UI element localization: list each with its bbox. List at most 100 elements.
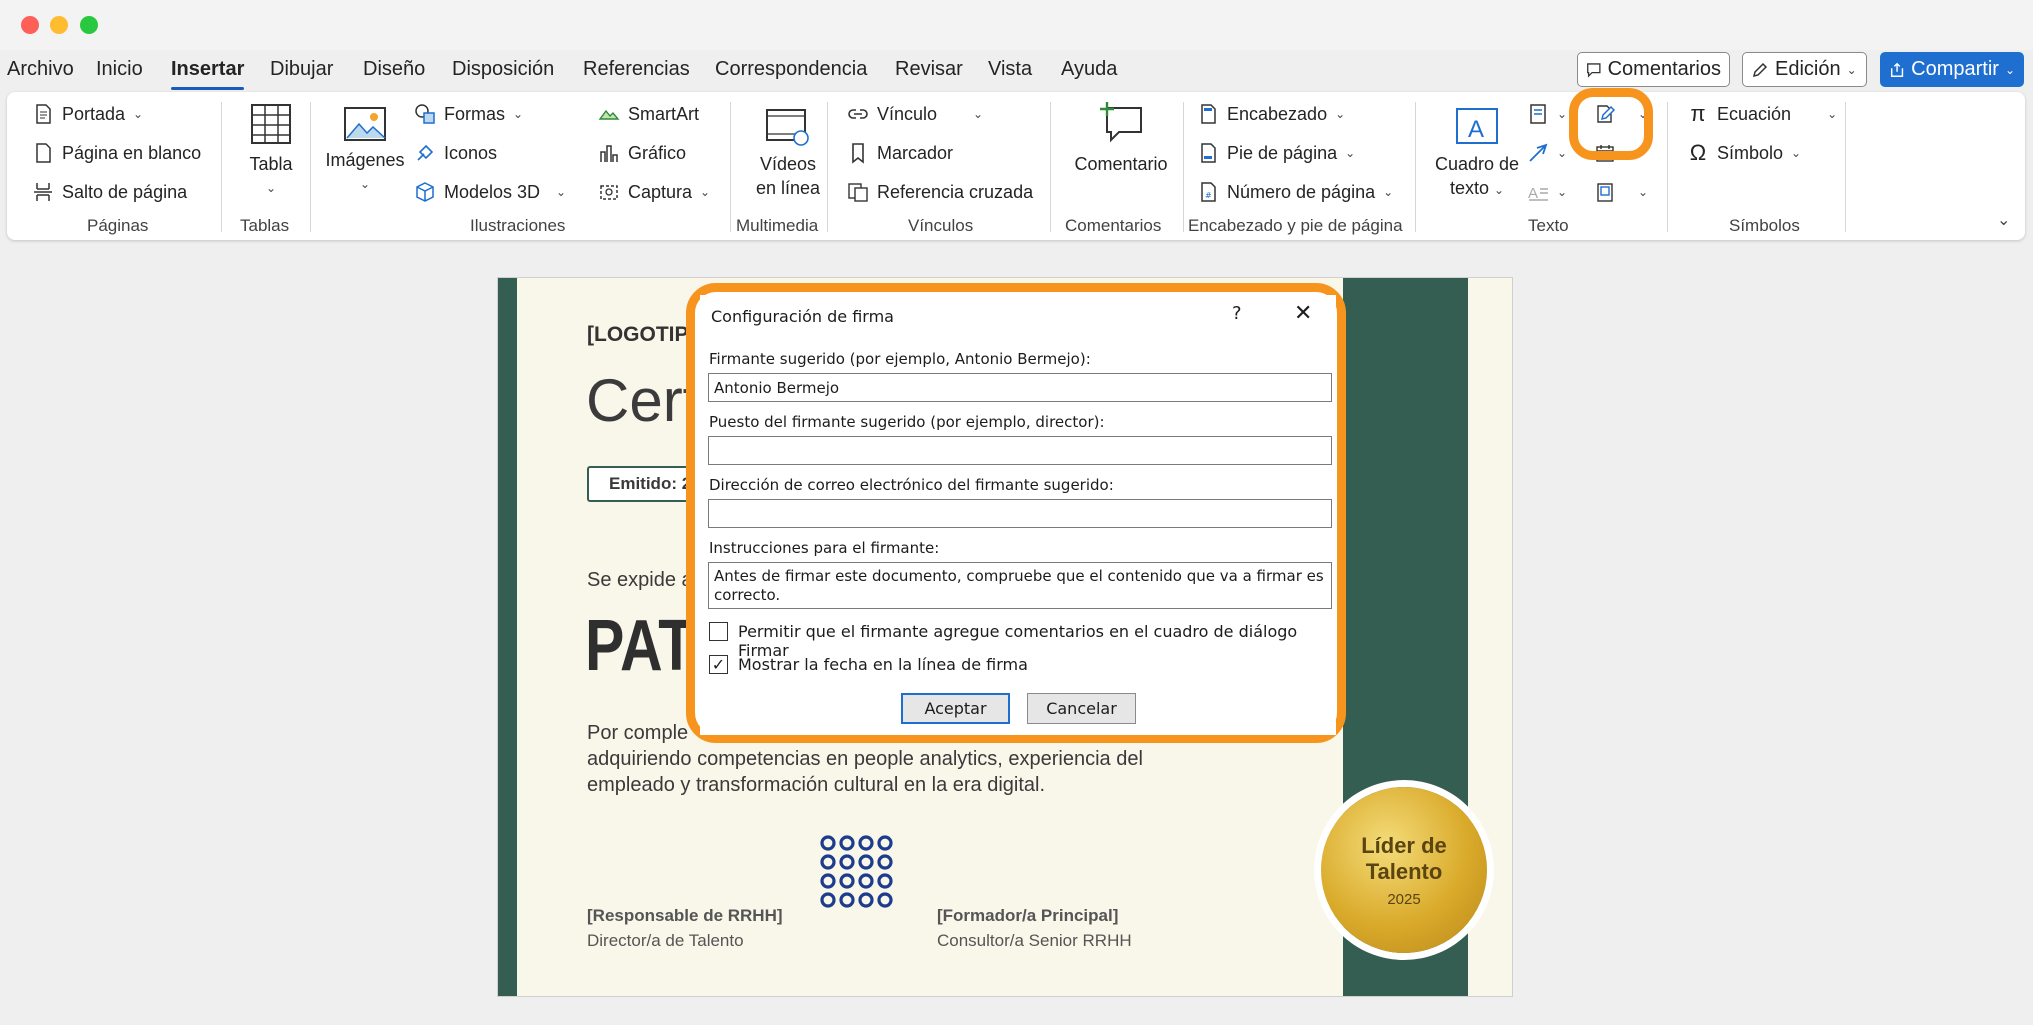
tab-referencias[interactable]: Referencias: [583, 58, 690, 81]
cross-reference-button[interactable]: Referencia cruzada: [847, 181, 1033, 203]
tab-revisar[interactable]: Revisar: [895, 58, 963, 81]
ribbon-separator: [827, 102, 828, 232]
page-left-band: [498, 278, 517, 996]
symbol-button[interactable]: Ω Símbolo ⌄: [1687, 142, 1801, 164]
signer-title-label: Puesto del firmante sugerido (por ejempl…: [709, 413, 1105, 431]
tab-inicio[interactable]: Inicio: [96, 58, 143, 81]
doc-body-line-3: empleado y transformación cultural en la…: [587, 774, 1046, 796]
tab-correspondencia[interactable]: Correspondencia: [715, 58, 867, 81]
signer-title-input[interactable]: [708, 436, 1332, 465]
page-number-button[interactable]: # Número de página ⌄: [1197, 181, 1393, 203]
close-window-button[interactable]: [21, 16, 39, 34]
new-comment-label: Comentario: [1074, 154, 1168, 174]
chevron-down-icon: ⌄: [1345, 146, 1356, 160]
images-label: Imágenes: [325, 150, 405, 170]
window-titlebar: [0, 0, 2033, 50]
page-break-label: Salto de página: [62, 181, 188, 202]
object-button[interactable]: ⌄: [1594, 181, 1648, 203]
cover-page-button[interactable]: Portada ⌄: [32, 103, 143, 125]
help-button[interactable]: ?: [1232, 303, 1242, 324]
minimize-window-button[interactable]: [50, 16, 68, 34]
tab-vista[interactable]: Vista: [988, 58, 1032, 81]
drop-cap-button[interactable]: A ⌄: [1527, 181, 1567, 203]
omega-icon: Ω: [1689, 140, 1707, 165]
shapes-button[interactable]: Formas ⌄: [414, 103, 523, 125]
ribbon-separator: [221, 102, 222, 232]
footer-button[interactable]: Pie de página ⌄: [1197, 142, 1355, 164]
close-icon[interactable]: ✕: [1294, 301, 1312, 326]
bookmark-label: Marcador: [877, 142, 954, 163]
instructions-textarea[interactable]: Antes de firmar este documento, comprueb…: [708, 562, 1332, 609]
header-icon: [1201, 104, 1216, 124]
3d-models-button[interactable]: Modelos 3D ⌄: [414, 181, 566, 203]
ribbon-collapse-button[interactable]: ⌄: [1997, 210, 2010, 230]
page-number-label: Número de página: [1227, 181, 1376, 202]
group-label-vinculos: Vínculos: [908, 216, 974, 235]
comments-button[interactable]: Comentarios: [1577, 52, 1730, 87]
show-date-checkbox[interactable]: ✓: [709, 655, 728, 674]
group-label-multimedia: Multimedia: [736, 216, 819, 235]
icons-label: Iconos: [444, 142, 498, 163]
group-label-encabezado: Encabezado y pie de página: [1188, 216, 1403, 235]
chevron-down-icon: ⌄: [1557, 146, 1568, 160]
chevron-down-icon: ⌄: [1557, 107, 1568, 121]
share-button[interactable]: Compartir ⌄: [1880, 52, 2024, 87]
tab-insertar[interactable]: Insertar: [171, 58, 245, 90]
wordart-button[interactable]: ⌄: [1527, 142, 1567, 164]
share-button-label: Compartir: [1911, 58, 1999, 80]
symbol-label: Símbolo: [1717, 142, 1784, 163]
group-label-texto: Texto: [1528, 216, 1569, 235]
ok-button[interactable]: Aceptar: [901, 693, 1010, 724]
blank-page-label: Página en blanco: [62, 142, 202, 163]
link-button[interactable]: Vínculo ⌄: [847, 103, 983, 125]
table-button[interactable]: Tabla ⌄: [235, 102, 307, 200]
tab-archivo[interactable]: Archivo: [7, 58, 74, 81]
equation-button[interactable]: π Ecuación ⌄: [1687, 103, 1837, 125]
chart-button[interactable]: Gráfico: [598, 142, 686, 164]
quick-parts-button[interactable]: ⌄: [1527, 103, 1567, 125]
ribbon-separator: [310, 102, 311, 232]
cube-icon: [416, 182, 434, 202]
allow-comments-checkbox[interactable]: [709, 622, 728, 641]
chevron-down-icon: ⌄: [1846, 62, 1857, 77]
cancel-button[interactable]: Cancelar: [1027, 693, 1136, 724]
chevron-down-icon: ⌄: [359, 177, 371, 191]
text-box-button[interactable]: A Cuadro de texto ⌄: [1427, 106, 1527, 202]
icons-button[interactable]: Iconos: [414, 142, 497, 164]
chevron-down-icon: ⌄: [2004, 62, 2015, 77]
tab-ayuda[interactable]: Ayuda: [1061, 58, 1117, 81]
online-videos-label-2: en línea: [755, 178, 821, 198]
suggested-signer-input[interactable]: [708, 373, 1332, 402]
maximize-window-button[interactable]: [80, 16, 98, 34]
tab-dibujar[interactable]: Dibujar: [270, 58, 333, 81]
images-button[interactable]: Imágenes ⌄: [320, 106, 410, 196]
chevron-down-icon: ⌄: [556, 185, 567, 199]
blank-page-button[interactable]: Página en blanco: [32, 142, 201, 164]
show-date-label: Mostrar la fecha en la línea de firma: [738, 655, 1028, 674]
chevron-down-icon: ⌄: [513, 107, 524, 121]
editing-mode-button[interactable]: Edición ⌄: [1742, 52, 1867, 87]
chevron-down-icon: ⌄: [265, 181, 277, 195]
link-icon: [848, 109, 868, 119]
cross-reference-icon: [848, 183, 868, 202]
equation-label: Ecuación: [1717, 103, 1792, 124]
svg-text:#: #: [1205, 191, 1212, 200]
online-videos-button[interactable]: Vídeos en línea: [747, 106, 829, 200]
3d-models-label: Modelos 3D: [444, 181, 541, 202]
signer-email-input[interactable]: [708, 499, 1332, 528]
header-button[interactable]: Encabezado ⌄: [1197, 103, 1345, 125]
chart-label: Gráfico: [628, 142, 687, 163]
editing-mode-label: Edición: [1775, 58, 1841, 80]
bookmark-button[interactable]: Marcador: [847, 142, 953, 164]
tab-diseno[interactable]: Diseño: [363, 58, 425, 81]
text-box-label-2-text: texto: [1449, 178, 1489, 198]
chevron-down-icon: ⌄: [1383, 185, 1394, 199]
new-comment-icon: [1100, 102, 1142, 143]
screenshot-button[interactable]: Captura ⌄: [598, 181, 710, 203]
chevron-down-icon: ⌄: [1335, 107, 1346, 121]
quick-parts-icon: [1530, 104, 1546, 124]
new-comment-button[interactable]: Comentario: [1061, 100, 1181, 176]
page-break-button[interactable]: Salto de página: [32, 181, 187, 203]
smartart-button[interactable]: SmartArt: [598, 103, 699, 125]
tab-disposicion[interactable]: Disposición: [452, 58, 554, 81]
